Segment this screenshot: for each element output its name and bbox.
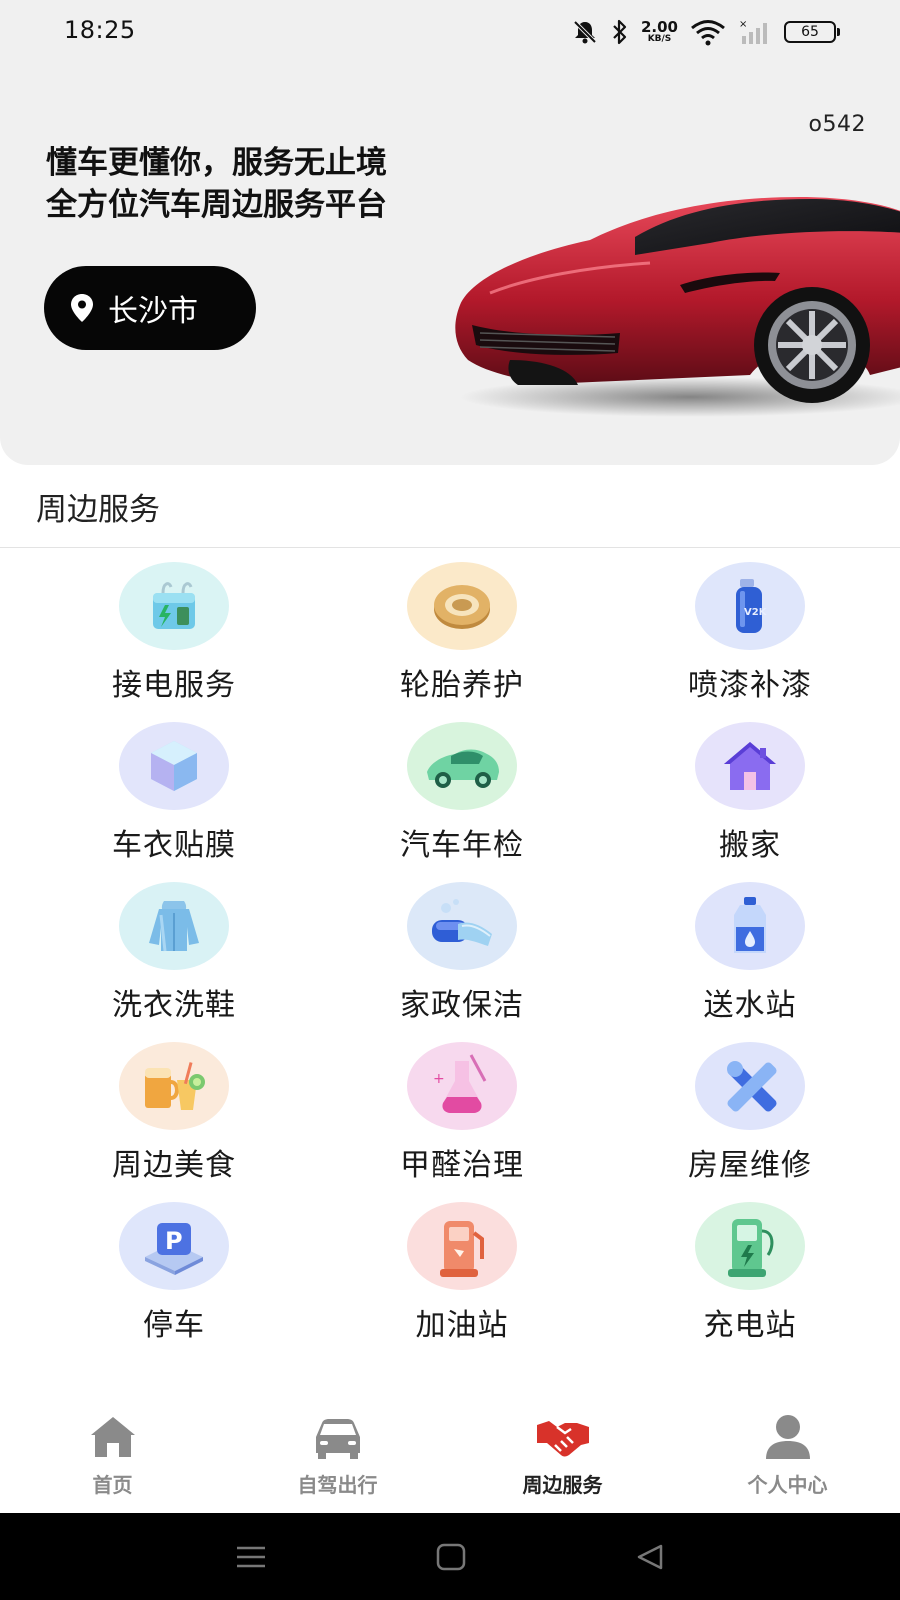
service-label: 周边美食 xyxy=(112,1148,236,1183)
service-label: 甲醛治理 xyxy=(400,1148,524,1183)
service-car-film[interactable]: 车衣贴膜 xyxy=(24,722,324,882)
charging-station-icon xyxy=(695,1202,805,1290)
water-delivery-icon xyxy=(695,882,805,970)
moving-house-icon xyxy=(695,722,805,810)
service-charging-station[interactable]: 充电站 xyxy=(600,1202,900,1362)
svg-text:P: P xyxy=(165,1227,183,1255)
bottom-tab-bar: 首页 自驾出行 周边服务 个人中心 xyxy=(0,1395,900,1513)
car-icon xyxy=(315,1419,360,1459)
city-selector-button[interactable]: 长沙市 xyxy=(44,266,256,350)
bluetooth-icon xyxy=(613,19,627,45)
food-icon xyxy=(119,1042,229,1130)
gas-station-icon xyxy=(407,1202,517,1290)
service-annual-inspection[interactable]: 汽车年检 xyxy=(324,722,600,882)
cleaning-icon xyxy=(407,882,517,970)
handshake-icon xyxy=(536,1421,589,1457)
service-formaldehyde[interactable]: + 甲醛治理 xyxy=(324,1042,600,1202)
formaldehyde-icon: + xyxy=(407,1042,517,1130)
service-label: 接电服务 xyxy=(112,668,236,703)
car-film-icon xyxy=(119,722,229,810)
annual-inspection-icon xyxy=(407,722,517,810)
service-label: 家政保洁 xyxy=(400,988,524,1023)
service-gas-station[interactable]: 加油站 xyxy=(324,1202,600,1362)
jump-start-icon xyxy=(119,562,229,650)
service-house-cleaning[interactable]: 家政保洁 xyxy=(324,882,600,1042)
laundry-icon xyxy=(119,882,229,970)
tab-home[interactable]: 首页 xyxy=(0,1395,225,1513)
mute-bell-icon xyxy=(573,20,597,44)
service-label: 喷漆补漆 xyxy=(688,668,812,703)
home-icon xyxy=(90,1417,135,1457)
service-label: 车衣贴膜 xyxy=(112,828,236,863)
service-label: 搬家 xyxy=(719,828,781,863)
status-time: 18:25 xyxy=(64,16,136,44)
service-label: 洗衣洗鞋 xyxy=(112,988,236,1023)
location-pin-icon xyxy=(71,294,93,322)
tire-icon xyxy=(407,562,517,650)
hero-slogan: 懂车更懂你，服务无止境 全方位汽车周边服务平台 xyxy=(46,142,387,226)
service-laundry[interactable]: 洗衣洗鞋 xyxy=(24,882,324,1042)
slogan-line-1: 懂车更懂你，服务无止境 xyxy=(46,145,387,181)
menu-icon[interactable] xyxy=(233,1542,269,1572)
svg-text:+: + xyxy=(433,1071,445,1087)
city-name: 长沙市 xyxy=(108,294,198,329)
service-label: 停车 xyxy=(143,1308,205,1343)
svg-text:V2K: V2K xyxy=(744,607,768,618)
service-label: 送水站 xyxy=(703,988,797,1023)
battery-indicator: 65 xyxy=(784,21,840,43)
tab-profile[interactable]: 个人中心 xyxy=(675,1395,900,1513)
service-tire-care[interactable]: 轮胎养护 xyxy=(324,562,600,722)
back-triangle-icon[interactable] xyxy=(633,1542,667,1572)
signal-icon: × xyxy=(739,19,767,44)
corner-code: o542 xyxy=(808,112,866,137)
service-label: 充电站 xyxy=(703,1308,797,1343)
service-label: 房屋维修 xyxy=(688,1148,812,1183)
service-parking[interactable]: P 停车 xyxy=(24,1202,324,1362)
house-repair-icon xyxy=(695,1042,805,1130)
status-icons: 2.00 KB/S × 65 xyxy=(571,16,840,48)
service-label: 汽车年检 xyxy=(400,828,524,863)
service-house-repair[interactable]: 房屋维修 xyxy=(600,1042,900,1202)
tab-label: 个人中心 xyxy=(747,1473,828,1497)
service-moving[interactable]: 搬家 xyxy=(600,722,900,882)
service-label: 轮胎养护 xyxy=(400,668,524,703)
tab-label: 自驾出行 xyxy=(297,1473,378,1497)
spray-paint-icon: V2K xyxy=(695,562,805,650)
service-jump-start[interactable]: 接电服务 xyxy=(24,562,324,722)
section-title: 周边服务 xyxy=(36,492,160,528)
user-icon xyxy=(765,1415,810,1459)
wifi-icon xyxy=(691,20,725,46)
service-label: 加油站 xyxy=(415,1308,509,1343)
service-water-delivery[interactable]: 送水站 xyxy=(600,882,900,1042)
system-nav-bar xyxy=(0,1513,900,1600)
section-divider xyxy=(0,547,900,548)
parking-icon: P xyxy=(119,1202,229,1290)
status-bar: 18:25 2.00 KB/S × 65 xyxy=(0,0,900,64)
tab-label: 周边服务 xyxy=(522,1473,603,1497)
hero-banner: 18:25 2.00 KB/S × 65 o542 懂车更懂你，服务无止境 全方… xyxy=(0,0,900,465)
tab-nearby-services[interactable]: 周边服务 xyxy=(450,1395,675,1513)
red-sports-car-image xyxy=(455,197,900,417)
tab-label: 首页 xyxy=(92,1473,133,1497)
service-grid: 接电服务 轮胎养护 V2K 喷漆补漆 车衣贴膜 汽车年检 搬家 洗衣洗鞋 家政保… xyxy=(0,562,900,1362)
service-nearby-food[interactable]: 周边美食 xyxy=(24,1042,324,1202)
slogan-line-2: 全方位汽车周边服务平台 xyxy=(46,187,387,223)
service-spray-paint[interactable]: V2K 喷漆补漆 xyxy=(600,562,900,722)
tab-self-drive[interactable]: 自驾出行 xyxy=(225,1395,450,1513)
net-speed: 2.00 KB/S xyxy=(640,18,678,44)
home-square-icon[interactable] xyxy=(434,1542,468,1572)
svg-text:×: × xyxy=(739,19,747,30)
